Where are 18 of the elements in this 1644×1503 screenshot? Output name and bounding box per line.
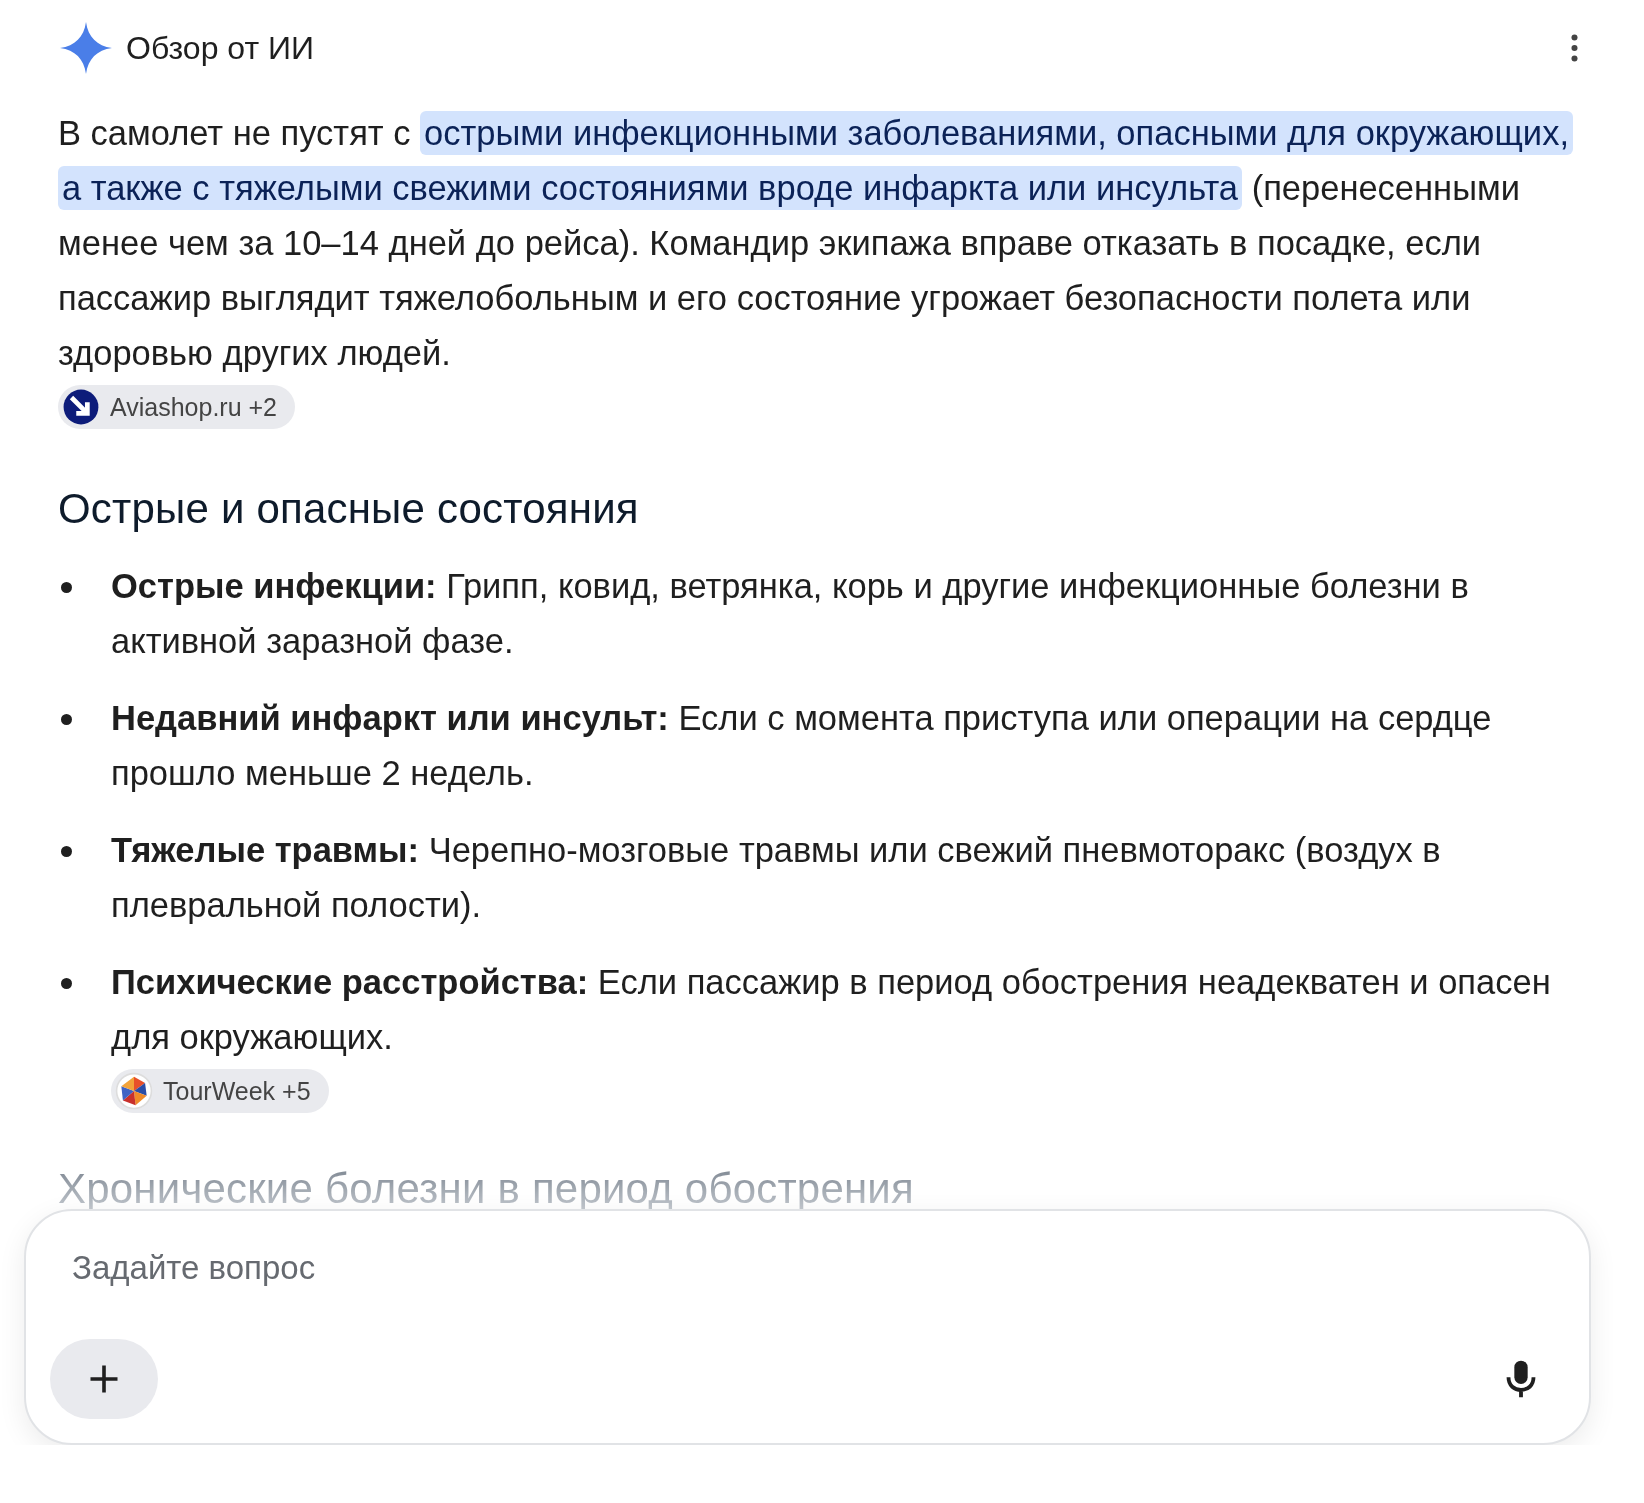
list-item-text: Недавний инфаркт или инсульт: Если с момента приступа или операции на сердце прошло меньше 2 недель.: [111, 698, 1493, 794]
list-item-text: Тяжелые травмы: Черепно-мозговые травмы или свежий пневмоторакс (воздух в плевральной полости).: [111, 830, 1442, 926]
bullet-icon: [61, 582, 72, 593]
overview-title: Обзор от ИИ: [126, 29, 315, 67]
source-chip[interactable]: TourWeek +5: [111, 1069, 329, 1113]
bullet-icon: [61, 846, 72, 857]
sparkle-icon: [60, 22, 112, 74]
more-icon: [1571, 34, 1578, 62]
arrow-logo-icon: [62, 388, 100, 426]
section-heading: Острые и опасные состояния: [58, 485, 640, 533]
source-chip[interactable]: Aviashop.ru +2: [58, 385, 296, 429]
bullet-icon: [61, 714, 72, 725]
answer-paragraph: В самолет не пустят с острыми инфекционными заболеваниями, опасными для окружающих, а также с тяжелыми свежими состояниями вроде инфаркта или инсульта (перенесенными менее чем за 10–14 дней до рейса). Командир экипажа вправе отказать в посадке, если пассажир выглядит тяжелобольным и его состояние угрожает безопасности полета или здоровью других людей.: [58, 106, 1578, 381]
umbrella-logo-icon: [115, 1072, 153, 1110]
bullet-icon: [61, 978, 72, 989]
list-item-text: Острые инфекции: Грипп, ковид, ветрянка, корь и другие инфекционные болезни в активной заразной фазе.: [111, 566, 1470, 662]
list-item-text: Психические расстройства: Если пассажир в период обострения неадекватен и опасен для окружающих.: [111, 962, 1552, 1058]
question-input[interactable]: Задайте вопрос: [50, 1249, 1541, 1287]
